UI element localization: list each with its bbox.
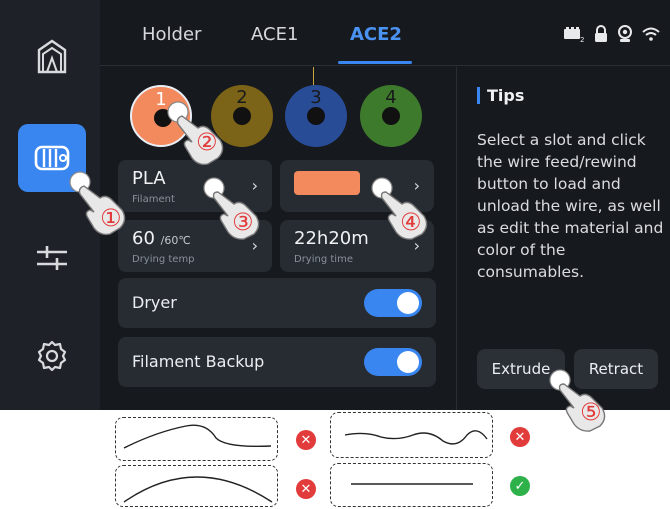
slot-4[interactable]: 4	[360, 85, 422, 147]
hand-pointer-icon: ④	[371, 177, 428, 240]
callout-5: ⑤	[580, 398, 602, 426]
material-label: Filament	[132, 194, 175, 205]
filament-backup-toggle[interactable]	[364, 348, 422, 376]
active-tab-indicator	[338, 61, 412, 64]
hand-pointer-icon: ①	[69, 171, 126, 236]
drying-time-value: 22h20m	[294, 228, 369, 249]
cross-icon: ✕	[296, 479, 316, 499]
callout-1: ①	[100, 204, 122, 232]
tips-text: Select a slot and click the wire feed/re…	[477, 131, 664, 281]
header: Holder ACE1 ACE2 2	[100, 0, 670, 66]
tips-panel: Tips Select a slot and click the wire fe…	[456, 67, 670, 410]
color-swatch	[294, 171, 360, 195]
filament-example-straight-good	[330, 463, 493, 507]
hand-pointer-icon: ③	[203, 177, 260, 240]
callout-4: ④	[400, 208, 422, 236]
camera-icon	[618, 25, 632, 42]
dryer-toggle[interactable]	[364, 289, 422, 317]
slot-number: 4	[385, 87, 397, 108]
tab-holder[interactable]: Holder	[142, 24, 201, 45]
svg-text:2: 2	[580, 36, 584, 42]
slot-3[interactable]: 3	[285, 85, 347, 147]
status-icons: 2	[563, 25, 660, 43]
callout-2: ②	[196, 128, 218, 156]
material-value: PLA	[132, 168, 166, 189]
wifi-icon	[642, 27, 660, 41]
hand-pointer-icon: ⑤	[549, 369, 606, 432]
drying-temp-unit: /60℃	[160, 234, 191, 247]
gear-icon[interactable]	[18, 322, 86, 390]
tips-title: Tips	[487, 86, 525, 105]
dryer-row: Dryer	[118, 278, 436, 328]
filament-example-curved-bad	[115, 417, 278, 461]
filament-backup-label: Filament Backup	[132, 352, 265, 371]
drying-temp-label: Drying temp	[132, 254, 195, 265]
callout-3: ③	[232, 208, 254, 236]
cross-icon: ✕	[510, 427, 530, 447]
drying-time-label: Drying time	[294, 254, 353, 265]
lock-icon	[595, 25, 607, 42]
cross-icon: ✕	[296, 430, 316, 450]
hand-pointer-icon: ②	[167, 101, 224, 166]
filament-backup-row: Filament Backup	[118, 337, 436, 387]
slot-number: 2	[236, 87, 248, 108]
printer-logo-icon[interactable]	[18, 22, 86, 90]
tab-ace2[interactable]: ACE2	[350, 24, 402, 45]
ace-device-icon: 2	[564, 27, 584, 42]
filament-example-wavy-bad	[330, 412, 493, 458]
check-icon: ✓	[510, 476, 530, 496]
tab-ace1[interactable]: ACE1	[251, 24, 298, 45]
filament-example-arched-bad	[115, 465, 278, 507]
slot-number: 1	[155, 89, 167, 110]
tips-accent-bar	[477, 87, 480, 104]
slot-number: 3	[310, 87, 322, 108]
dryer-label: Dryer	[132, 293, 177, 312]
